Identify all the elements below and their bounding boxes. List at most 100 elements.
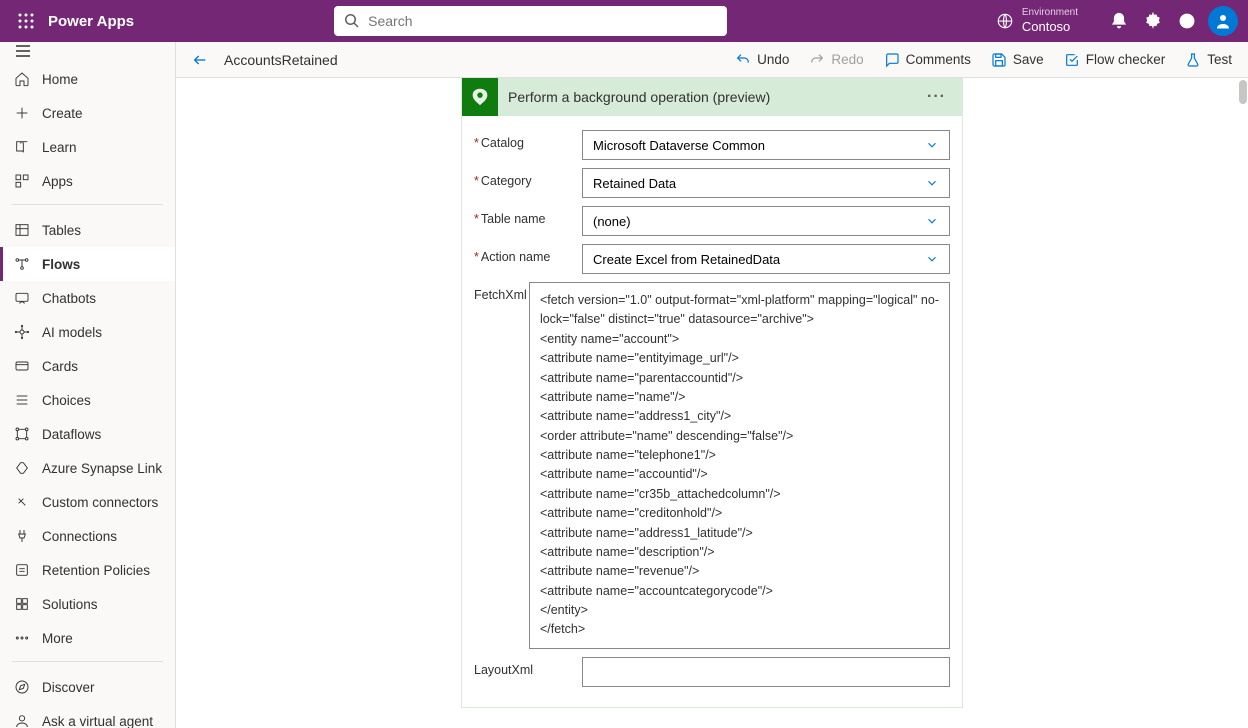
chevron-down-icon	[925, 214, 939, 228]
nav-label: Home	[42, 72, 78, 87]
environment-picker[interactable]: Environment Contoso	[996, 7, 1078, 35]
command-bar: AccountsRetained Undo Redo Comments	[176, 42, 1248, 78]
label-catalog: *Catalog	[474, 130, 582, 150]
flow-checker-button[interactable]: Flow checker	[1064, 52, 1166, 68]
comments-button[interactable]: Comments	[884, 52, 971, 68]
cmd-label: Save	[1013, 52, 1044, 67]
fetchxml-line: <attribute name="cr35b_attachedcolumn"/>	[540, 485, 939, 504]
nav-dataflows[interactable]: Dataflows	[0, 417, 175, 451]
nav-create[interactable]: Create	[0, 96, 175, 130]
nav-home[interactable]: Home	[0, 62, 175, 96]
fetchxml-line: <attribute name="name"/>	[540, 388, 939, 407]
nav-label: Flows	[42, 257, 80, 272]
flow-title: AccountsRetained	[224, 52, 338, 68]
nav-label: Create	[42, 106, 83, 121]
dropdown-value: Retained Data	[593, 176, 676, 191]
action-name-dropdown[interactable]: Create Excel from RetainedData	[582, 244, 950, 274]
save-button[interactable]: Save	[991, 52, 1044, 68]
nav-label: Cards	[42, 359, 78, 374]
settings-icon[interactable]	[1136, 12, 1170, 30]
fetchxml-line: </entity>	[540, 601, 939, 620]
label-category: *Category	[474, 168, 582, 188]
label-layoutxml: LayoutXml	[474, 657, 582, 677]
nav-label: Discover	[42, 680, 95, 695]
notifications-icon[interactable]	[1102, 12, 1136, 30]
nav-more[interactable]: More	[0, 621, 175, 655]
nav-label: Custom connectors	[42, 495, 158, 510]
vertical-scrollbar[interactable]	[1238, 78, 1248, 728]
nav-learn[interactable]: Learn	[0, 130, 175, 164]
dropdown-value: Microsoft Dataverse Common	[593, 138, 765, 153]
nav-label: AI models	[42, 325, 102, 340]
fetchxml-line: lock="false" distinct="true" datasource=…	[540, 310, 939, 329]
chevron-down-icon	[925, 252, 939, 266]
nav-label: Solutions	[42, 597, 98, 612]
fetchxml-line: <attribute name="address1_latitude"/>	[540, 524, 939, 543]
cmd-label: Comments	[906, 52, 971, 67]
nav-cards[interactable]: Cards	[0, 349, 175, 383]
save-icon	[991, 52, 1007, 68]
nav-label: More	[42, 631, 73, 646]
step-card: Perform a background operation (preview)…	[461, 78, 963, 708]
nav-ai-models[interactable]: AI models	[0, 315, 175, 349]
fetchxml-line: <attribute name="address1_city"/>	[540, 407, 939, 426]
dropdown-value: (none)	[593, 214, 631, 229]
main-area: AccountsRetained Undo Redo Comments	[176, 42, 1248, 728]
category-dropdown[interactable]: Retained Data	[582, 168, 950, 198]
step-menu-icon[interactable]: ···	[923, 88, 950, 106]
fetchxml-line: <attribute name="accountcategorycode"/>	[540, 582, 939, 601]
cmd-label: Test	[1207, 52, 1232, 67]
nav-label: Retention Policies	[42, 563, 150, 578]
nav-solutions[interactable]: Solutions	[0, 587, 175, 621]
fetchxml-line: <attribute name="revenue"/>	[540, 562, 939, 581]
search-input[interactable]	[368, 13, 717, 29]
help-icon[interactable]	[1170, 12, 1204, 30]
nav-custom-connectors[interactable]: Custom connectors	[0, 485, 175, 519]
nav-flows[interactable]: Flows	[0, 247, 175, 281]
comments-icon	[884, 52, 900, 68]
avatar[interactable]	[1208, 6, 1238, 36]
label-table-name: *Table name	[474, 206, 582, 226]
cmd-label: Undo	[757, 52, 789, 67]
chevron-down-icon	[925, 176, 939, 190]
undo-button[interactable]: Undo	[735, 52, 789, 68]
nav-choices[interactable]: Choices	[0, 383, 175, 417]
cmd-label: Flow checker	[1086, 52, 1166, 67]
label-fetchxml: FetchXml	[474, 282, 529, 302]
nav-label: Connections	[42, 529, 117, 544]
nav-retention[interactable]: Retention Policies	[0, 553, 175, 587]
nav-label: Choices	[42, 393, 91, 408]
nav-label: Ask a virtual agent	[42, 714, 153, 728]
dropdown-value: Create Excel from RetainedData	[593, 252, 780, 267]
test-button[interactable]: Test	[1185, 52, 1232, 68]
fetchxml-line: <attribute name="telephone1"/>	[540, 446, 939, 465]
fetchxml-line: <attribute name="creditonhold"/>	[540, 504, 939, 523]
fetchxml-line: <attribute name="parentaccountid"/>	[540, 369, 939, 388]
nav-tables[interactable]: Tables	[0, 213, 175, 247]
fetchxml-line: <order attribute="name" descending="fals…	[540, 427, 939, 446]
designer-canvas: Perform a background operation (preview)…	[176, 78, 1248, 728]
dataverse-icon	[462, 78, 498, 116]
chevron-down-icon	[925, 138, 939, 152]
nav-discover[interactable]: Discover	[0, 670, 175, 704]
environment-icon	[996, 12, 1014, 30]
search-box[interactable]	[334, 6, 727, 36]
redo-button: Redo	[809, 52, 863, 68]
nav-synapse[interactable]: Azure Synapse Link	[0, 451, 175, 485]
fetchxml-line: <fetch version="1.0" output-format="xml-…	[540, 291, 939, 310]
nav-chatbots[interactable]: Chatbots	[0, 281, 175, 315]
nav-ask-agent[interactable]: Ask a virtual agent	[0, 704, 175, 728]
environment-label: Environment	[1022, 7, 1078, 19]
table-name-dropdown[interactable]: (none)	[582, 206, 950, 236]
app-launcher-icon[interactable]	[10, 13, 42, 29]
step-header[interactable]: Perform a background operation (preview)…	[462, 78, 962, 116]
fetchxml-textarea[interactable]: <fetch version="1.0" output-format="xml-…	[529, 282, 950, 649]
environment-value: Contoso	[1022, 19, 1078, 35]
back-icon[interactable]	[192, 52, 208, 68]
hamburger-icon[interactable]	[14, 42, 32, 60]
catalog-dropdown[interactable]: Microsoft Dataverse Common	[582, 130, 950, 160]
fetchxml-line: </fetch>	[540, 620, 939, 639]
nav-apps[interactable]: Apps	[0, 164, 175, 198]
layoutxml-input[interactable]	[582, 657, 950, 687]
nav-connections[interactable]: Connections	[0, 519, 175, 553]
